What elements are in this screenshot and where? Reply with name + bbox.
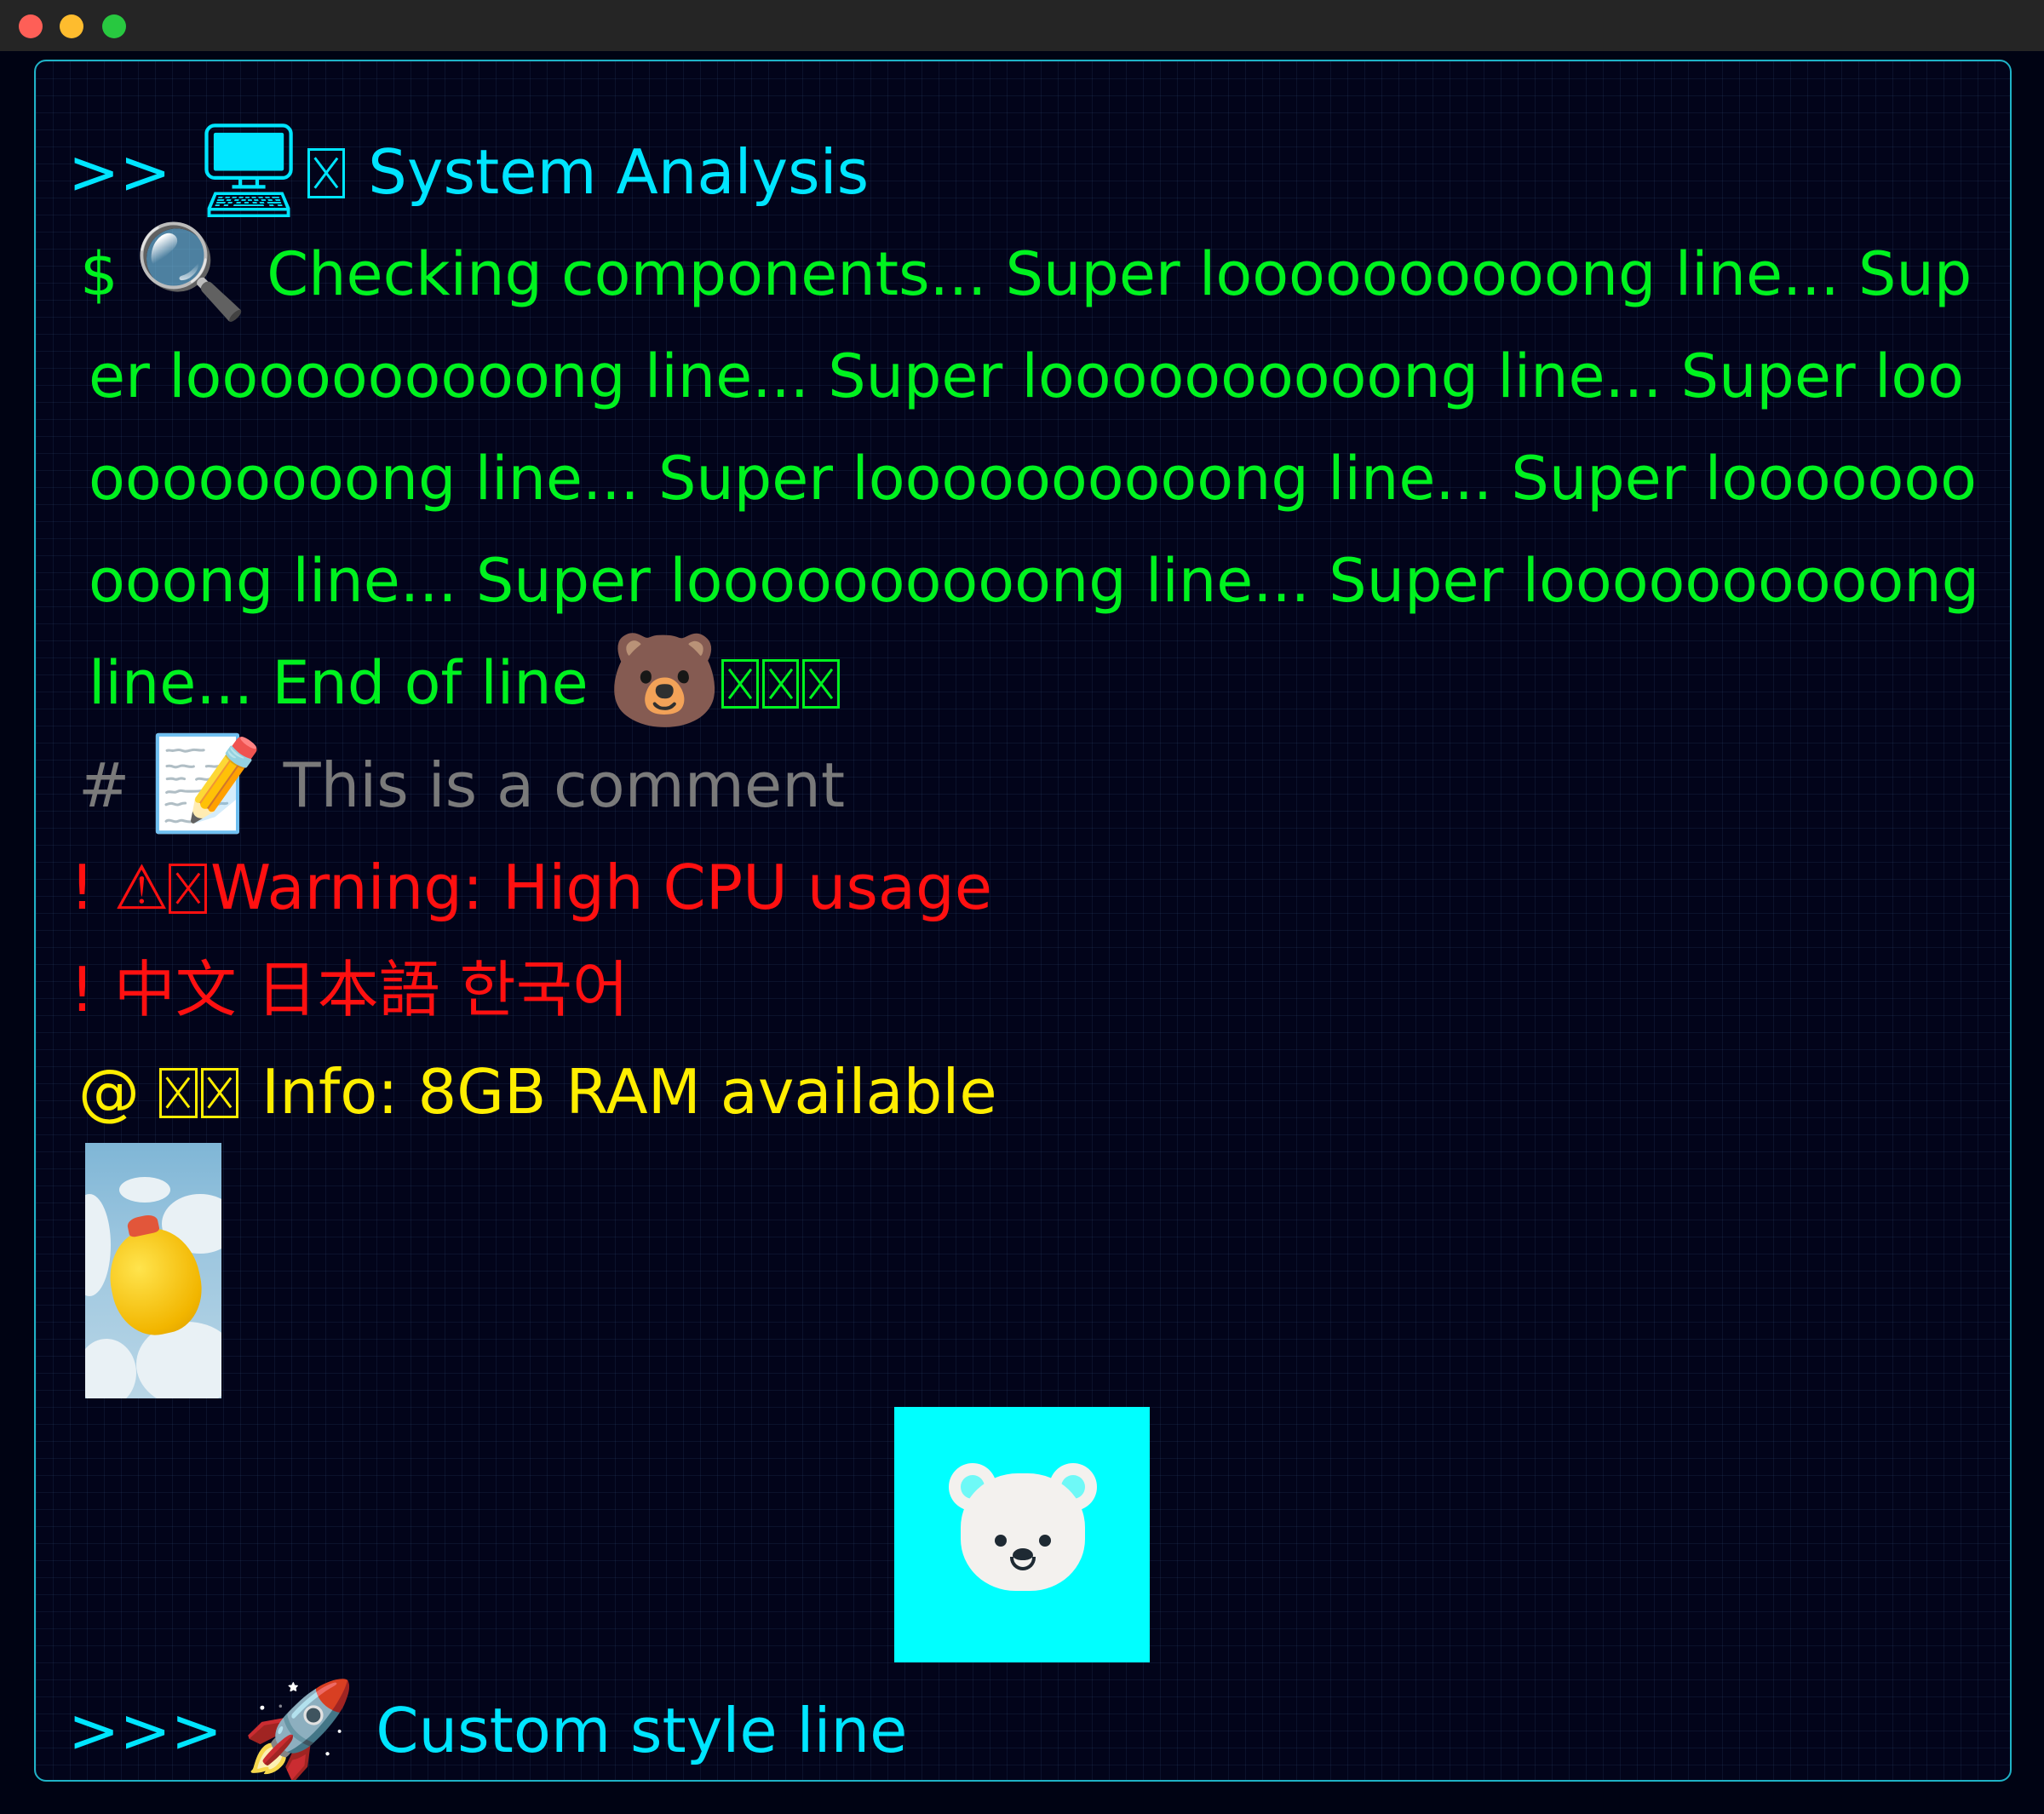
desktop-computer-icon: 🖥: [190, 118, 307, 224]
warning-line: ! ⚠ Warning: High CPU usage: [70, 836, 992, 939]
checking-line: $ 🔍 Checking components... Super looooooo…: [80, 219, 1988, 734]
cjk-prompt: !: [70, 954, 95, 1025]
bear-face: [961, 1473, 1085, 1591]
terminal-window: >> 🖥 System Analysis $ 🔍 Checking compone…: [0, 0, 2044, 1814]
warning-prompt: !: [70, 852, 95, 923]
custom-text: Custom style line: [376, 1695, 908, 1766]
zoom-button[interactable]: [102, 14, 126, 38]
comment-line: # 📝 This is a comment: [78, 734, 845, 836]
comment-prompt: #: [78, 749, 130, 821]
terminal-panel[interactable]: >> 🖥 System Analysis $ 🔍 Checking compone…: [34, 60, 2012, 1782]
cjk-line: ! 中文 日本語 한국어: [70, 939, 629, 1041]
custom-line: >>> 🚀 Custom style line: [68, 1676, 908, 1782]
minimize-button[interactable]: [60, 14, 83, 38]
comment-text: This is a comment: [283, 749, 846, 821]
missing-glyph-icon: [158, 1067, 198, 1118]
rocket-icon: 🚀: [241, 1676, 357, 1782]
polar-bear-image: [894, 1407, 1150, 1662]
custom-prompt: >>>: [68, 1695, 222, 1766]
missing-glyph-icon: [721, 659, 759, 709]
missing-glyph-icon: [169, 863, 207, 914]
memo-icon: 📝: [149, 731, 264, 837]
magnifying-glass-icon: 🔍: [133, 219, 249, 325]
balloon-image: [85, 1143, 221, 1398]
missing-glyph-icon: [802, 659, 840, 709]
close-button[interactable]: [19, 14, 43, 38]
bear-face-icon: 🐻: [606, 628, 722, 734]
warning-icon: ⚠: [113, 852, 169, 923]
cjk-text: 中文 日本語 한국어: [113, 954, 629, 1025]
header-text: System Analysis: [368, 136, 870, 208]
info-line: @ Info: 8GB RAM available: [78, 1041, 997, 1143]
header-prompt: >>: [68, 136, 171, 208]
missing-glyph-icon: [200, 1067, 239, 1118]
info-prompt: @: [78, 1056, 140, 1128]
bear-eye-right: [1039, 1535, 1051, 1547]
warning-text: Warning: High CPU usage: [210, 852, 993, 923]
missing-glyph-icon: [307, 147, 346, 198]
missing-glyph-icon: [761, 659, 800, 709]
bear-eye-left: [995, 1535, 1007, 1547]
header-line: >> 🖥 System Analysis: [68, 121, 869, 223]
info-text: Info: 8GB RAM available: [261, 1056, 997, 1128]
checking-text: Checking components... Super loooooooooo…: [89, 239, 1980, 718]
checking-prompt: $: [80, 239, 118, 309]
title-bar: [0, 0, 2044, 51]
